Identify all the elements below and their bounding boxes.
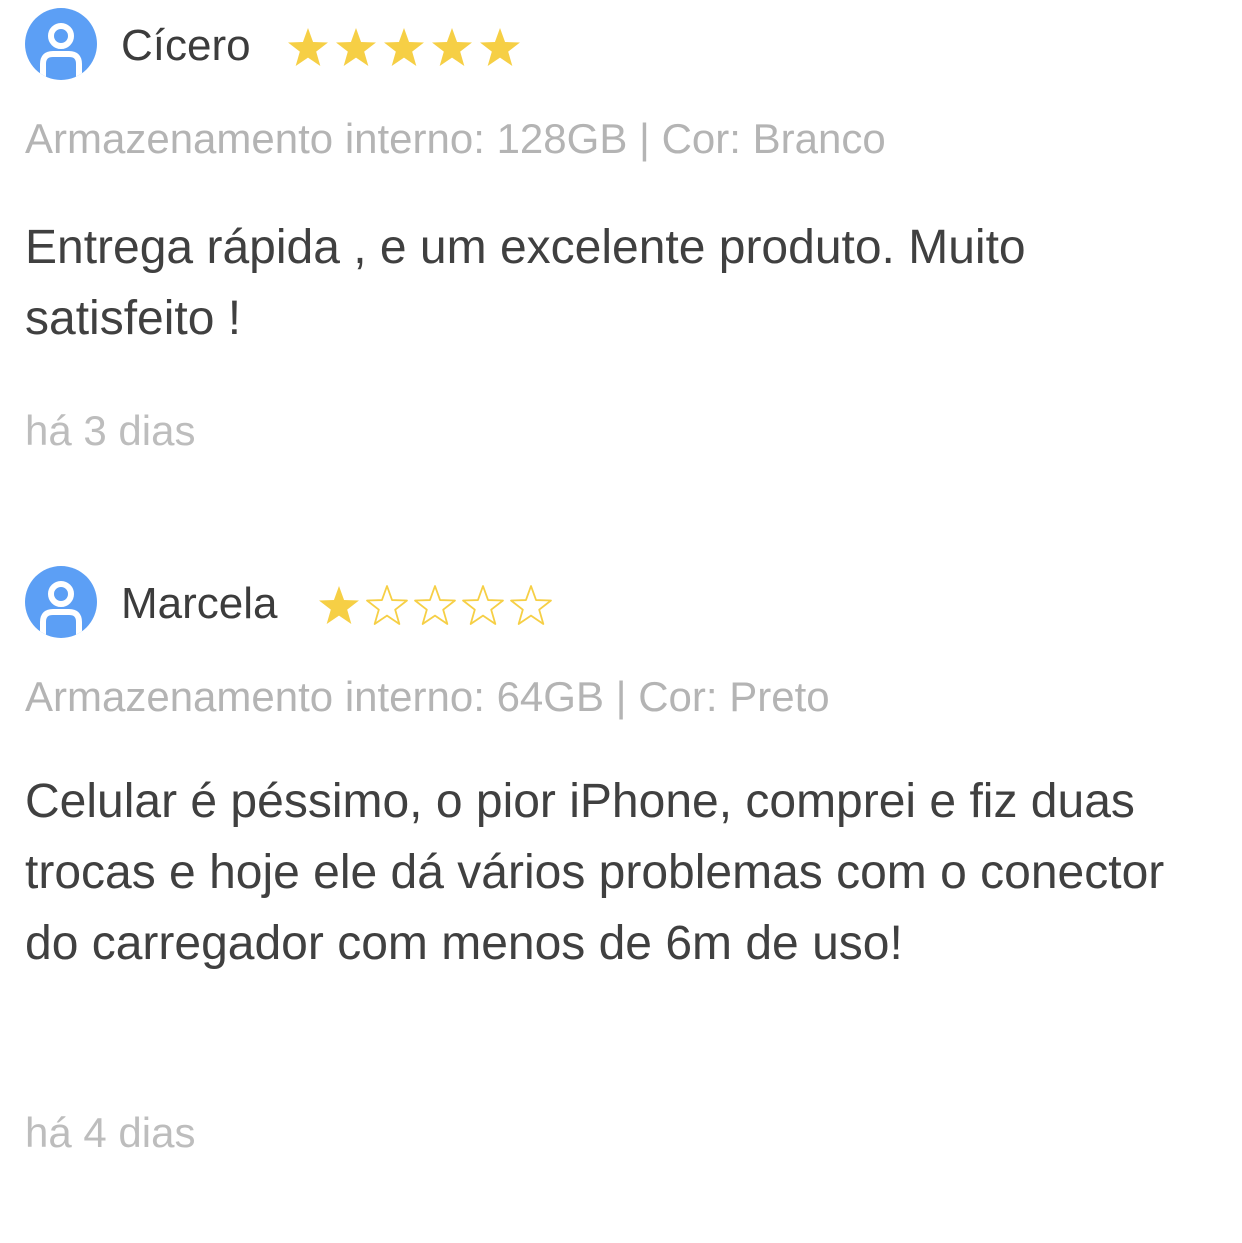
avatar [25, 566, 97, 638]
review-card: Marcela Armazenamento interno: 64GB | Co… [25, 566, 1220, 1156]
review-date: há 4 dias [25, 1109, 196, 1156]
user-icon [40, 581, 82, 638]
reviewer-name: Marcela [121, 579, 278, 628]
review-text: Entrega rápida , e um excelente produto.… [25, 221, 1026, 345]
star-rating [285, 26, 523, 70]
star-rating [316, 584, 554, 628]
user-icon [40, 23, 82, 80]
star-filled-icon [480, 28, 520, 66]
product-variant: Armazenamento interno: 64GB | Cor: Preto [25, 673, 830, 720]
review-header: Cícero [25, 8, 1220, 80]
review-date: há 3 dias [25, 407, 196, 454]
star-outline-icon [510, 585, 552, 625]
star-filled-icon [288, 28, 328, 66]
review-card: Cícero Armazenamento interno: 128GB | Co… [25, 8, 1220, 454]
review-text: Celular é péssimo, o pior iPhone, compre… [25, 775, 1165, 970]
star-filled-icon [384, 28, 424, 66]
star-filled-icon [336, 28, 376, 66]
star-outline-icon [462, 585, 504, 625]
star-outline-icon [414, 585, 456, 625]
avatar [25, 8, 97, 80]
review-header: Marcela [25, 566, 1220, 638]
star-filled-icon [319, 586, 359, 624]
product-variant: Armazenamento interno: 128GB | Cor: Bran… [25, 115, 886, 162]
star-filled-icon [432, 28, 472, 66]
star-outline-icon [366, 585, 408, 625]
reviewer-name: Cícero [121, 21, 251, 70]
